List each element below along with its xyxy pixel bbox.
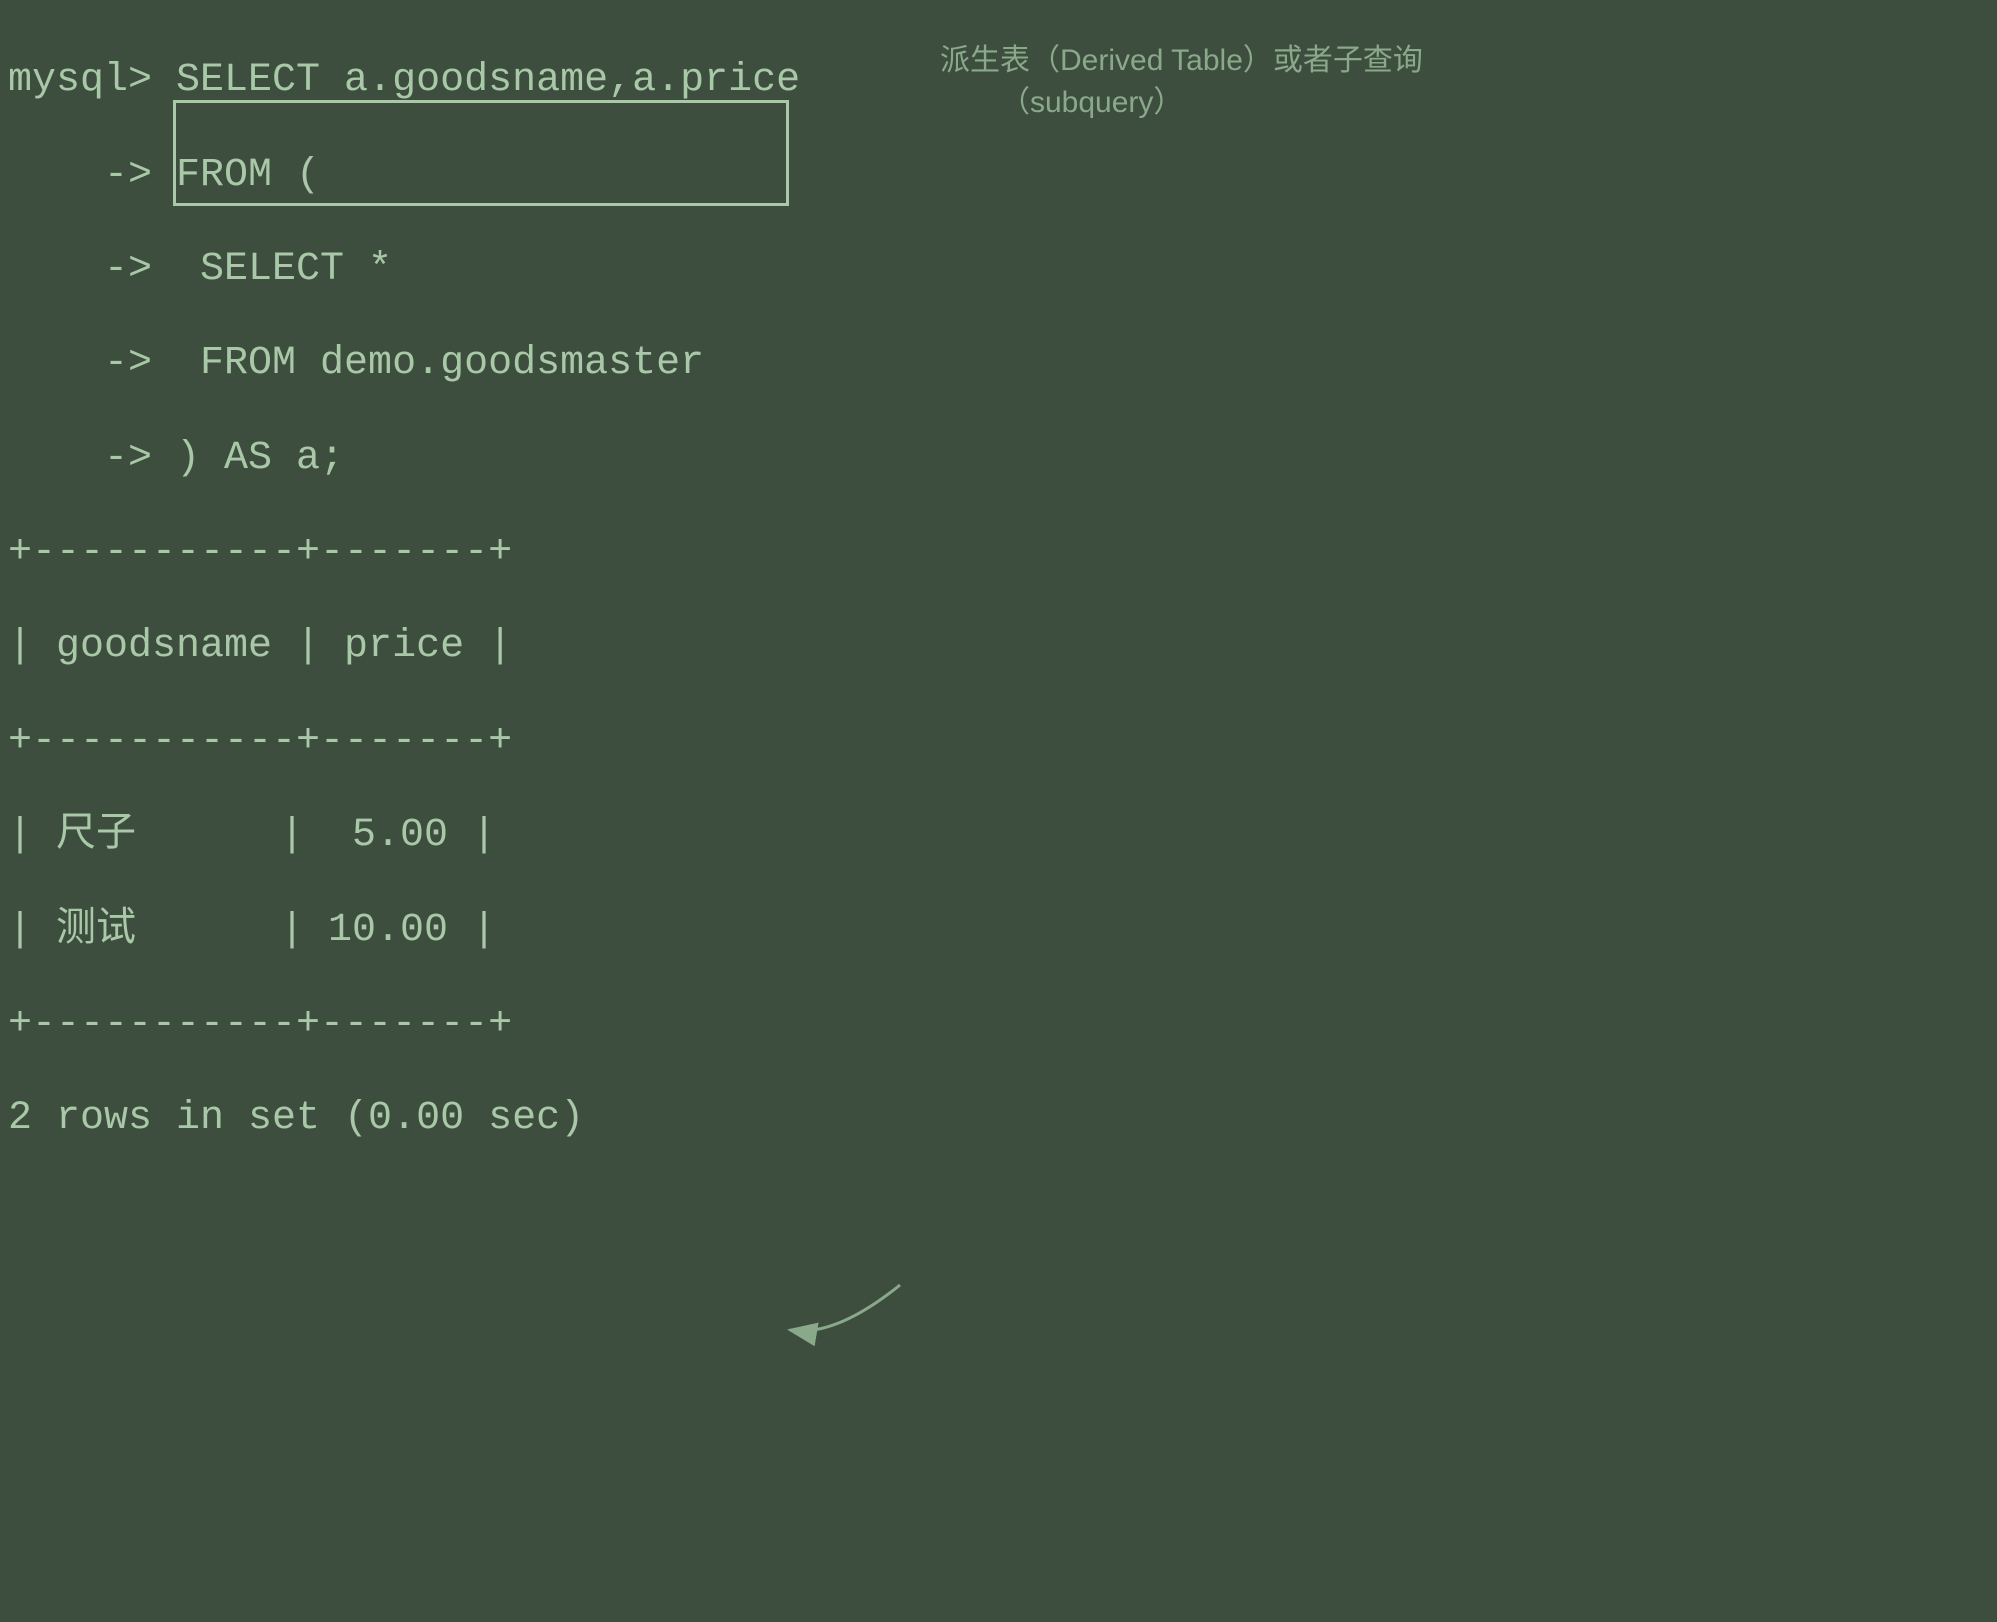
table-border: +-----------+-------+ [8, 529, 1989, 576]
annotation-line1: 派生表（Derived Table）或者子查询 [940, 40, 1423, 82]
table-border: +-----------+-------+ [8, 1001, 1989, 1048]
annotation-line2: （subquery） [940, 82, 1423, 124]
annotation-arrow [0, 1200, 1997, 1622]
sql-line: -> FROM demo.goodsmaster [8, 340, 1989, 387]
annotation-label: 派生表（Derived Table）或者子查询 （subquery） [940, 40, 1423, 124]
table-border: +-----------+-------+ [8, 718, 1989, 765]
result-summary: 2 rows in set (0.00 sec) [8, 1095, 1989, 1142]
table-row: | 测试 | 10.00 | [8, 907, 1989, 954]
sql-line: -> SELECT * [8, 246, 1989, 293]
terminal-output: mysql> SELECT a.goodsname,a.price -> FRO… [0, 0, 1997, 1200]
sql-line: -> ) AS a; [8, 435, 1989, 482]
table-header: | goodsname | price | [8, 623, 1989, 670]
sql-line: -> FROM ( [8, 152, 1989, 199]
table-row: | 尺子 | 5.00 | [8, 812, 1989, 859]
